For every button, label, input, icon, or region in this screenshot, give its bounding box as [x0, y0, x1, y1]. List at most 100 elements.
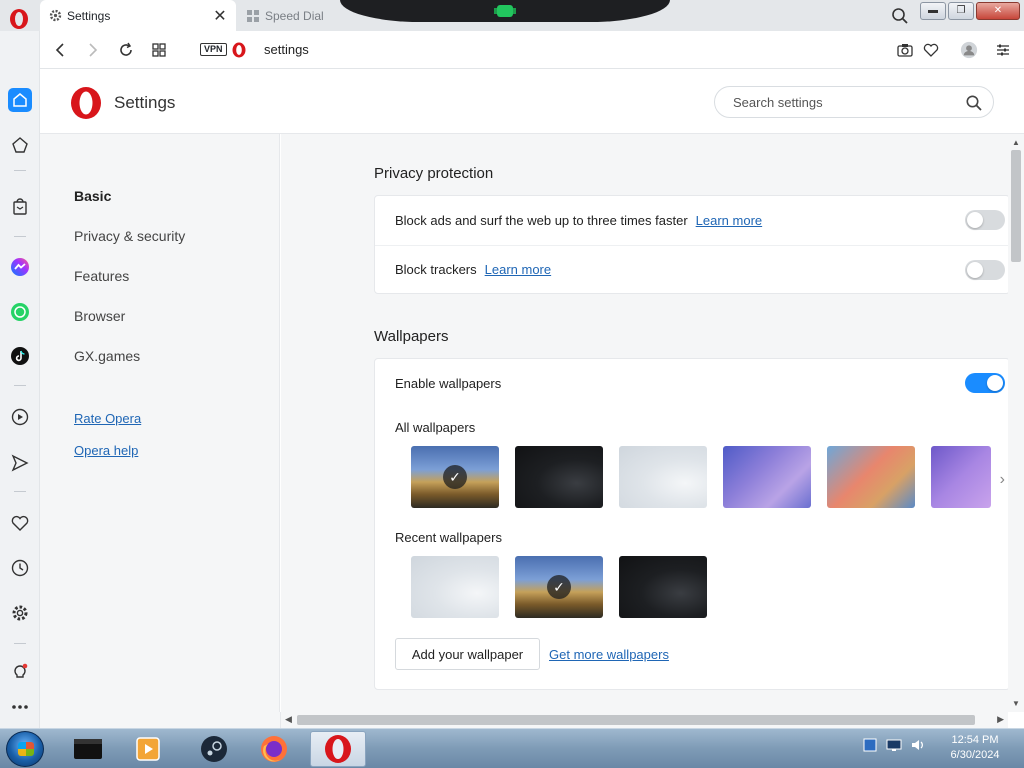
tab-settings[interactable]: Settings ✕ — [40, 0, 236, 31]
block-ads-toggle[interactable] — [965, 210, 1005, 230]
settings-content: Privacy protection Block ads and surf th… — [281, 134, 1008, 712]
search-settings-input[interactable] — [733, 95, 953, 110]
scroll-down-icon[interactable]: ▼ — [1012, 699, 1020, 708]
nav-privacy-security[interactable]: Privacy & security — [74, 228, 185, 244]
wallpaper-thumb-lighthouse[interactable]: ✓ — [411, 446, 499, 508]
wallpaper-thumb-purple[interactable] — [723, 446, 811, 508]
reload-icon[interactable] — [116, 40, 136, 60]
opera-app-icon[interactable] — [310, 731, 366, 767]
address-bar: VPN settings — [40, 31, 1024, 69]
taskbar: 12:54 PM 6/30/2024 — [0, 728, 1024, 768]
wallpaper-thumb-violet[interactable] — [931, 446, 991, 508]
sidebar-divider — [14, 170, 26, 171]
firefox-app-icon[interactable] — [248, 731, 300, 767]
close-window-button[interactable]: ✕ — [976, 2, 1020, 20]
close-tab-icon[interactable]: ✕ — [210, 6, 230, 26]
recent-wallpaper-thumb-dark[interactable] — [619, 556, 707, 618]
more-options-icon[interactable] — [8, 695, 32, 719]
tips-bulb-icon[interactable] — [8, 660, 32, 684]
vpn-badge[interactable]: VPN — [200, 43, 227, 56]
start-button[interactable] — [6, 731, 44, 767]
selected-check-icon: ✓ — [547, 575, 571, 599]
block-trackers-toggle[interactable] — [965, 260, 1005, 280]
recent-wallpaper-thumb-lighthouse[interactable]: ✓ — [515, 556, 603, 618]
sidebar-divider — [14, 491, 26, 492]
gear-icon — [48, 9, 62, 23]
opera-menu-icon[interactable] — [9, 8, 29, 30]
camera-icon[interactable] — [896, 41, 914, 59]
scroll-left-icon[interactable]: ◀ — [285, 714, 292, 725]
back-icon[interactable] — [50, 40, 70, 60]
rate-opera-link[interactable]: Rate Opera — [74, 411, 141, 426]
forward-icon[interactable] — [83, 40, 103, 60]
history-clock-icon[interactable] — [8, 556, 32, 580]
wallpaper-thumb-dark[interactable] — [515, 446, 603, 508]
sidebar — [0, 31, 40, 728]
privacy-section-title: Privacy protection — [374, 165, 494, 182]
settings-nav: Basic Privacy & security Features Browse… — [40, 134, 280, 712]
opera-logo-icon — [71, 87, 101, 119]
gx-dot-icon — [497, 5, 513, 17]
send-icon[interactable] — [8, 451, 32, 475]
window-controls: ▬ ❐ ✕ — [920, 2, 1020, 20]
nav-browser[interactable]: Browser — [74, 308, 125, 324]
recent-wallpaper-thumb-light[interactable] — [411, 556, 499, 618]
pinboards-icon[interactable] — [8, 133, 32, 157]
enable-wallpapers-label: Enable wallpapers — [395, 375, 502, 391]
horizontal-scrollbar[interactable]: ◀ ▶ — [281, 712, 1008, 728]
grid-icon — [246, 9, 260, 23]
heart-icon[interactable] — [922, 41, 940, 59]
url-field[interactable]: settings — [264, 42, 309, 57]
nav-gx-games[interactable]: GX.games — [74, 348, 140, 364]
volume-icon[interactable] — [910, 737, 926, 753]
block-trackers-label: Block trackers — [395, 262, 477, 277]
notification-icon[interactable] — [862, 737, 878, 753]
vertical-scrollbar[interactable]: ▲ ▼ — [1008, 134, 1024, 712]
messenger-icon[interactable] — [8, 255, 32, 279]
settings-gear-icon[interactable] — [8, 601, 32, 625]
opera-help-link[interactable]: Opera help — [74, 443, 138, 458]
wallpaper-thumb-light[interactable] — [619, 446, 707, 508]
network-icon[interactable] — [886, 737, 902, 753]
profile-avatar-icon[interactable] — [960, 41, 978, 59]
search-icon[interactable] — [965, 94, 983, 112]
maximize-button[interactable]: ❐ — [948, 2, 974, 20]
terminal-app-icon[interactable] — [62, 731, 114, 767]
recent-wallpapers-label: Recent wallpapers — [395, 530, 502, 545]
system-clock[interactable]: 12:54 PM 6/30/2024 — [940, 733, 1010, 763]
block-trackers-learn-more-link[interactable]: Learn more — [485, 262, 551, 277]
windows-logo-icon — [18, 742, 34, 756]
shopping-bag-icon[interactable] — [8, 194, 32, 218]
opera-page-icon — [232, 42, 246, 58]
vertical-scroll-thumb[interactable] — [1011, 150, 1021, 262]
block-ads-row: Block ads and surf the web up to three t… — [375, 196, 1008, 244]
search-settings-box[interactable] — [714, 86, 994, 118]
enable-wallpapers-toggle[interactable] — [965, 373, 1005, 393]
tab-grid-icon[interactable] — [149, 40, 169, 60]
wallpaper-thumb-sunset[interactable] — [827, 446, 915, 508]
player-icon[interactable] — [8, 405, 32, 429]
scroll-up-icon[interactable]: ▲ — [1012, 138, 1020, 147]
easy-setup-icon[interactable] — [994, 41, 1012, 59]
minimize-button[interactable]: ▬ — [920, 2, 946, 20]
sidebar-divider — [14, 236, 26, 237]
privacy-card: Block ads and surf the web up to three t… — [374, 195, 1008, 294]
add-wallpaper-button[interactable]: Add your wallpaper — [395, 638, 540, 670]
nav-basic[interactable]: Basic — [74, 188, 111, 204]
clock-time: 12:54 PM — [951, 734, 999, 746]
search-tabs-icon[interactable] — [890, 6, 910, 26]
block-ads-label: Block ads and surf the web up to three t… — [395, 212, 688, 228]
tiktok-icon[interactable] — [8, 344, 32, 368]
whatsapp-icon[interactable] — [8, 300, 32, 324]
chevron-right-icon[interactable]: › — [1000, 471, 1005, 489]
steam-app-icon[interactable] — [188, 731, 240, 767]
home-icon[interactable] — [8, 88, 32, 112]
media-player-app-icon[interactable] — [122, 731, 174, 767]
scroll-right-icon[interactable]: ▶ — [997, 714, 1004, 725]
horizontal-scroll-thumb[interactable] — [297, 715, 975, 725]
get-more-wallpapers-link[interactable]: Get more wallpapers — [549, 647, 669, 662]
nav-features[interactable]: Features — [74, 268, 129, 284]
block-ads-learn-more-link[interactable]: Learn more — [696, 213, 762, 228]
heart-icon[interactable] — [8, 511, 32, 535]
page-title: Settings — [114, 93, 176, 112]
